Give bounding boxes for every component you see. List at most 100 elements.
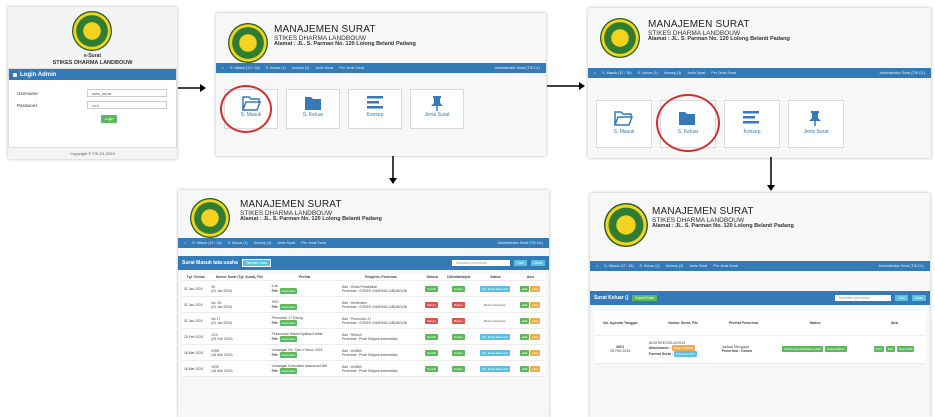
app-title: MANAJEMEN SURAT	[274, 24, 376, 35]
nav-admin-user[interactable]: Administrator Surat (TIK-DL)	[879, 71, 925, 75]
nav-per-jenis[interactable]: Per Jenis Surat	[711, 71, 736, 75]
surat-masuk-table: Tgl. Terima Nomor Surat (Tgl. Surat), Fil…	[182, 274, 545, 377]
nav-surat-keluar[interactable]: S. Keluar (1)	[228, 241, 248, 245]
arrow-down-icon	[389, 156, 397, 184]
disposisi-link[interactable]: Belum Disposisi	[482, 318, 507, 324]
nav-admin-user[interactable]: Administrator Surat (TIK-DL)	[497, 241, 543, 245]
search-button[interactable]: Cari	[514, 260, 527, 266]
pengirim-cell: Dari : Permohon 17 Penerima : STIKES DHAR…	[339, 312, 422, 329]
penerima-text: Penerima : Dosen	[721, 349, 753, 353]
nav-surat-keluar[interactable]: S. Keluar (1)	[638, 71, 658, 75]
file-label: File:	[271, 352, 279, 357]
nav-jenis-surat[interactable]: Jenis Surat	[689, 264, 707, 268]
home-icon[interactable]: ⌂	[596, 264, 598, 268]
nav-konsep[interactable]: Konsep (3)	[254, 241, 272, 245]
home-icon[interactable]: ⌂	[184, 241, 186, 245]
tanggal-surat: (01 Jan 2024)	[211, 288, 233, 293]
delete-button[interactable]: Hps	[530, 317, 540, 324]
status-cell: Lih. Surat Disposisi	[474, 344, 516, 361]
delete-button[interactable]: Hps	[530, 349, 540, 356]
nomor-cell: DD/STIKES/DL/II/2024 Attachment : Lihat …	[646, 335, 720, 364]
search-input[interactable]: Masukan pencarian...	[835, 295, 892, 301]
tile-jenis-surat[interactable]: Jenis Surat	[788, 100, 844, 148]
nav-surat-masuk[interactable]: S. Masuk (12 / 18)	[192, 241, 221, 245]
format-download-button[interactable]: Download Pdf	[674, 351, 697, 357]
app-title: MANAJEMEN SURAT	[652, 206, 754, 217]
nav-per-jenis[interactable]: Per Jenis Surat	[339, 66, 364, 70]
edit-button[interactable]: Edit	[520, 365, 530, 372]
column-header: No. Agenda Tanggal	[594, 311, 647, 336]
nav-jenis-surat[interactable]: Jenis Surat	[315, 66, 333, 70]
aksi-cell: Edit Hps	[515, 280, 545, 297]
login-header-label: Login Admin	[20, 71, 57, 78]
download-button[interactable]: Download	[279, 335, 297, 342]
file-label: File:	[271, 368, 279, 373]
edit-button[interactable]: Edit	[520, 285, 530, 292]
edit-button[interactable]: Edit	[520, 317, 530, 324]
delete-button[interactable]: Hps	[530, 301, 540, 308]
nav-konsep[interactable]: Konsep (3)	[292, 66, 310, 70]
nav-surat-keluar[interactable]: S. Keluar (1)	[266, 66, 286, 70]
delete-button[interactable]: Hps	[530, 285, 540, 292]
disposisi-link[interactable]: Belum Disposisi	[482, 302, 507, 308]
download-button[interactable]: Download	[279, 367, 297, 374]
nav-surat-masuk[interactable]: S. Masuk (12 / 18)	[604, 264, 633, 268]
edit-button[interactable]: Edit	[520, 301, 530, 308]
nav-jenis-surat[interactable]: Jenis Surat	[687, 71, 705, 75]
password-field[interactable]: •••••	[87, 101, 167, 109]
download-button[interactable]: Download	[279, 303, 297, 310]
tindak-cell: Sudah	[442, 280, 475, 297]
download-button[interactable]: Download	[279, 351, 297, 358]
date-cell: 25 Feb 2024	[182, 328, 210, 345]
disposisi-link[interactable]: Lih. Surat Disposisi	[480, 365, 510, 372]
home-icon[interactable]: ⌂	[594, 71, 596, 75]
nav-jenis-surat[interactable]: Jenis Surat	[277, 241, 295, 245]
nav-surat-masuk[interactable]: S. Masuk (12 / 18)	[602, 71, 631, 75]
create-draft-button[interactable]: Buat Draft	[896, 346, 915, 352]
disposisi-link[interactable]: Lih. Surat Disposisi	[480, 349, 510, 356]
aksi-cell: Edit Hps	[515, 360, 545, 377]
clear-button[interactable]: Clear	[911, 295, 926, 301]
nav-per-jenis[interactable]: Per Jenis Surat	[301, 241, 326, 245]
nav-admin-user[interactable]: Administrator Surat (TIK-DL)	[494, 66, 540, 70]
format-line: Format Surat : Download Pdf	[649, 351, 718, 357]
print-button[interactable]: Print	[873, 346, 884, 352]
app-title: MANAJEMEN SURAT	[648, 19, 750, 30]
status-badge: Belum	[425, 301, 438, 308]
home-icon[interactable]: ⌂	[222, 66, 224, 70]
tile-konsep[interactable]: Konsep	[348, 89, 402, 129]
status-badge: Sudah	[425, 365, 439, 372]
disposisi-link[interactable]: Lih. Surat Disposisi	[480, 285, 510, 292]
tile-surat-masuk[interactable]: S. Masuk	[596, 100, 652, 148]
download-button[interactable]: Download	[279, 319, 297, 326]
nav-per-jenis[interactable]: Per Jenis Surat	[713, 264, 738, 268]
clear-button[interactable]: Clear	[530, 260, 545, 266]
edit-button[interactable]: Edit	[885, 346, 895, 352]
align-left-icon	[367, 96, 383, 109]
download-button[interactable]: Download	[279, 287, 297, 294]
nav-admin-user[interactable]: Administrator Surat (TIK-DL)	[878, 264, 924, 268]
tanggal-surat: (18 Mar 2024)	[211, 352, 233, 357]
search-button[interactable]: Cari	[895, 295, 908, 301]
tile-jenis-surat[interactable]: Jenis Surat	[410, 89, 464, 129]
edit-button[interactable]: Edit	[520, 333, 530, 340]
delete-button[interactable]: Hps	[530, 333, 540, 340]
tile-konsep[interactable]: Konsep	[724, 100, 780, 148]
date-cell: 01 Jan 2024	[182, 312, 210, 329]
nav-konsep[interactable]: Konsep (3)	[664, 71, 682, 75]
disposisi-link[interactable]: Lih. Surat Disposisi	[480, 333, 510, 340]
add-data-button[interactable]: Tambah Data	[241, 259, 271, 267]
nav-surat-keluar[interactable]: S. Keluar (1)	[640, 264, 660, 268]
export-data-button[interactable]: Export Data	[632, 295, 657, 301]
date-cell: 18 Mar 2024	[182, 344, 210, 361]
delete-button[interactable]: Hps	[530, 365, 540, 372]
username-field[interactable]: adm_surat	[87, 89, 167, 97]
edit-button[interactable]: Edit	[520, 349, 530, 356]
nav-konsep[interactable]: Konsep (3)	[666, 264, 684, 268]
search-input[interactable]: Masukan pencarian...	[452, 260, 511, 266]
agenda-cell: 0001 26 Feb 2024	[594, 335, 647, 364]
login-button[interactable]: Login	[101, 115, 117, 123]
tile-surat-keluar[interactable]: S. Keluar	[286, 89, 340, 129]
nav-surat-masuk[interactable]: S. Masuk (12 / 18)	[230, 66, 259, 70]
stikes-logo	[604, 203, 648, 247]
